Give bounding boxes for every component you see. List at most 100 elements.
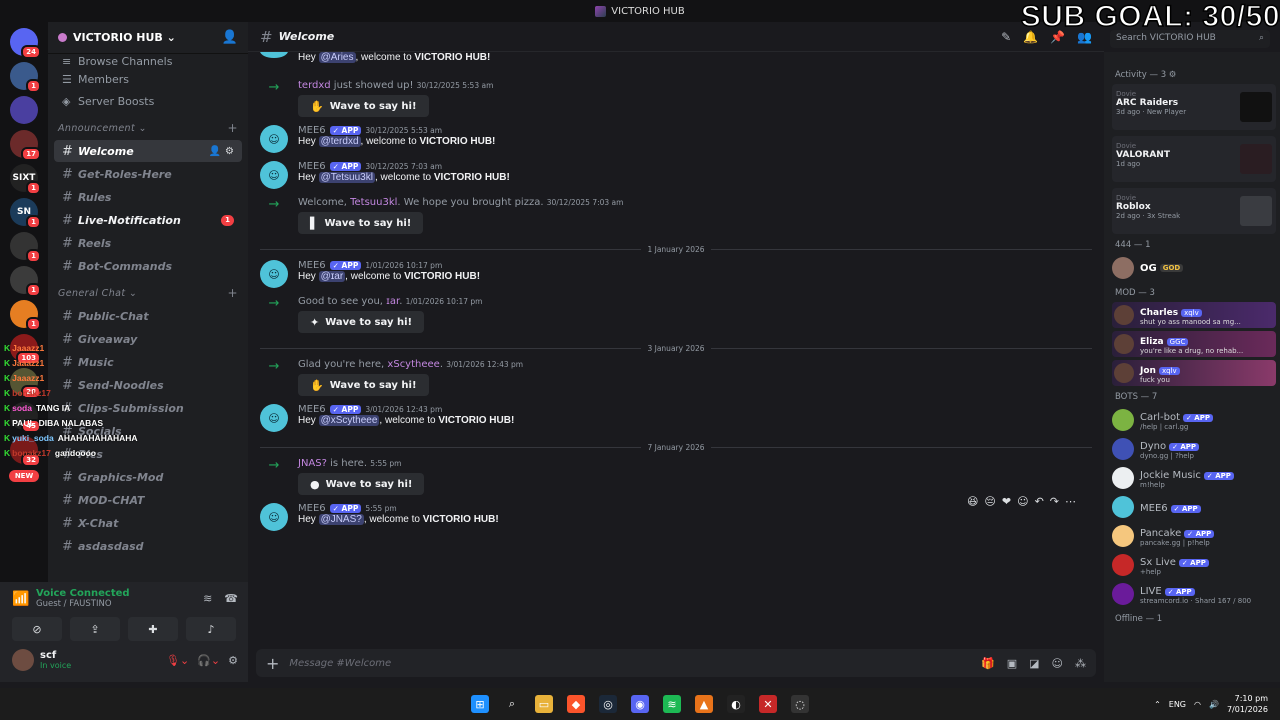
add-reaction-icon[interactable]: ☺ — [1017, 495, 1028, 508]
wifi-icon[interactable]: ◠ — [1194, 700, 1201, 709]
user-name[interactable]: ɪar — [386, 296, 399, 307]
avatar[interactable] — [260, 52, 288, 58]
system-message[interactable]: → Good to see you, ɪar. 1/01/2026 10:17 p… — [260, 296, 1092, 333]
mee6-avatar[interactable]: ☺ — [260, 503, 288, 531]
server-icon[interactable]: 1 — [10, 232, 41, 263]
author-name[interactable]: MEE6 — [298, 161, 326, 172]
system-message[interactable]: → terdxd just showed up! 30/12/2025 5:53 … — [260, 80, 1092, 117]
file-explorer-icon[interactable]: ▭ — [535, 695, 553, 713]
user-name[interactable]: xScytheee — [387, 359, 439, 370]
reaction-icon[interactable]: 😆 — [967, 495, 978, 508]
tray-chevron-icon[interactable]: ⌃ — [1154, 700, 1161, 709]
spotify-icon[interactable]: ≋ — [663, 695, 681, 713]
user-name[interactable]: JNAS? — [298, 458, 327, 469]
member-row[interactable]: Pancake ✓ APP pancake.gg | p!help — [1112, 522, 1276, 550]
user-name[interactable]: Tetsuu3kl — [350, 197, 397, 208]
nav-item[interactable]: ☰ Members — [48, 68, 248, 90]
server-icon[interactable]: 1 — [10, 300, 41, 331]
gear-icon[interactable]: ⚙ — [228, 654, 238, 667]
activity-card[interactable]: Dovie Roblox 2d ago · 3x Streak — [1112, 188, 1276, 234]
member-row[interactable]: LIVE ✓ APP streamcord.io · Shard 167 / 800 — [1112, 580, 1276, 608]
camera-button[interactable]: ⊘ — [12, 617, 62, 641]
member-row[interactable]: Dyno ✓ APP dyno.gg | ?help — [1112, 435, 1276, 463]
message-composer[interactable]: + Message #Welcome 🎁 ▣ ◪ ☺ ⁂ — [256, 649, 1096, 677]
steam-icon[interactable]: ◎ — [599, 695, 617, 713]
nav-item[interactable]: ◈ Server Boosts — [48, 90, 248, 112]
sticker-icon[interactable]: ◪ — [1029, 657, 1039, 670]
activities-button[interactable]: ✚ — [128, 617, 178, 641]
channel-graphics-mod[interactable]: # Graphics-Mod — [54, 466, 242, 488]
server-icon[interactable]: SN 1 — [10, 198, 41, 229]
author-name[interactable]: MEE6 — [298, 404, 326, 415]
member-row[interactable]: Jockie Music ✓ APP m!help — [1112, 464, 1276, 492]
member-row[interactable]: Jon xqlv fuck you — [1112, 360, 1276, 386]
server-icon[interactable]: 17 — [10, 130, 41, 161]
discord-icon[interactable]: ◉ — [631, 695, 649, 713]
system-message[interactable]: → Welcome, Tetsuu3kl. We hope you brought… — [260, 197, 1092, 234]
server-header[interactable]: VICTORIO HUB ⌄ 👤 — [48, 22, 248, 54]
threads-icon[interactable]: ✎ — [1001, 30, 1011, 44]
screen-share-button[interactable]: ⇪ — [70, 617, 120, 641]
apps-icon[interactable]: ⁂ — [1075, 657, 1086, 670]
reaction-icon[interactable]: ❤ — [1002, 495, 1011, 508]
gear-icon[interactable]: ⚙ — [225, 146, 234, 157]
add-channel-icon[interactable]: + — [228, 121, 238, 135]
member-row[interactable]: Charles xqlv shut yo ass manood sa mg... — [1112, 302, 1276, 328]
emoji-icon[interactable]: ☺ — [1052, 657, 1063, 670]
app-icon[interactable]: ◌ — [791, 695, 809, 713]
mute-icon[interactable]: 🎙⌄ — [166, 654, 189, 667]
author-name[interactable]: MEE6 — [298, 503, 326, 514]
message[interactable]: Hey @Aries, welcome to VICTORIO HUB! — [260, 52, 1092, 72]
reply-icon[interactable]: ↶ — [1035, 495, 1044, 508]
mee6-avatar[interactable]: ☺ — [260, 161, 288, 189]
noise-suppression-icon[interactable]: ≋ — [203, 592, 212, 605]
app-icon[interactable]: ▲ — [695, 695, 713, 713]
lang-indicator[interactable]: ENG — [1169, 700, 1186, 709]
user-mention[interactable]: @Aries — [318, 52, 356, 63]
avatar[interactable] — [12, 649, 34, 671]
wave-button[interactable]: ● Wave to say hi! — [298, 473, 425, 495]
channel-bot-commands[interactable]: # Bot-Commands — [54, 255, 242, 277]
search-icon[interactable]: ⌕ — [503, 695, 521, 713]
user-mention[interactable]: @terdxd — [318, 136, 361, 147]
category-announcement[interactable]: Announcement ⌄ + — [48, 116, 248, 140]
gif-icon[interactable]: ▣ — [1007, 657, 1017, 670]
activity-card[interactable]: Dovie VALORANT 1d ago — [1112, 136, 1276, 182]
user-mention[interactable]: @Tetsuu3kl — [318, 172, 375, 183]
voice-channel-label[interactable]: Guest / FAUSTINO — [36, 599, 130, 609]
server-icon[interactable]: 1 — [10, 266, 41, 297]
mee6-avatar[interactable]: ☺ — [260, 260, 288, 288]
app-icon[interactable]: ✕ — [759, 695, 777, 713]
wave-button[interactable]: ✋ Wave to say hi! — [298, 95, 429, 117]
author-name[interactable]: MEE6 — [298, 125, 326, 136]
category-general-chat[interactable]: General Chat ⌄ + — [48, 281, 248, 305]
message[interactable]: 😆 😔 ❤ ☺ ↶ ↷ ⋯ ☺ MEE6 ✓ APP 5:55 pm Hey @JNAS?, welc… — [260, 495, 1092, 531]
member-row[interactable]: OG GOD — [1112, 254, 1276, 282]
channel-mod-chat[interactable]: # MOD-CHAT — [54, 489, 242, 511]
message[interactable]: ☺ MEE6 ✓ APP 30/12/2025 5:53 am Hey @terdxd,… — [260, 125, 1092, 153]
more-icon[interactable]: ⋯ — [1065, 495, 1076, 508]
message[interactable]: ☺ MEE6 ✓ APP 30/12/2025 7:03 am Hey @Tetsuu3… — [260, 161, 1092, 189]
channel-asdasdasd[interactable]: # asdasdasd — [54, 535, 242, 557]
windows-start-icon[interactable]: ⊞ — [471, 695, 489, 713]
channel-rules[interactable]: # Rules — [54, 186, 242, 208]
channel-reels[interactable]: # Reels — [54, 232, 242, 254]
author-name[interactable]: MEE6 — [298, 260, 326, 271]
nav-item[interactable]: ≡ Browse Channels — [48, 54, 248, 68]
reaction-icon[interactable]: 😔 — [984, 495, 995, 508]
signal-icon[interactable]: 📶 — [12, 591, 36, 607]
member-row[interactable]: Carl-bot ✓ APP/help | carl.gg — [1112, 406, 1276, 434]
message[interactable]: ☺ MEE6 ✓ APP 3/01/2026 12:43 pm Hey @xScythe… — [260, 404, 1092, 432]
message-input[interactable]: Message #Welcome — [289, 658, 391, 669]
user-mention[interactable]: @JNAS? — [318, 514, 364, 525]
soundboard-button[interactable]: ♪ — [186, 617, 236, 641]
deafen-icon[interactable]: 🎧⌄ — [197, 654, 220, 667]
server-icon[interactable]: 24 — [10, 28, 41, 59]
user-mention[interactable]: @ɪar — [318, 271, 346, 282]
voice-connected-label[interactable]: Voice Connected — [36, 588, 130, 599]
new-badge[interactable]: NEW — [8, 470, 40, 482]
channel-welcome[interactable]: # Welcome 👤 ⚙ — [54, 140, 242, 162]
user-name[interactable]: terdxd — [298, 80, 331, 91]
channel-public-chat[interactable]: # Public-Chat — [54, 305, 242, 327]
member-row[interactable]: MEE6 ✓ APP — [1112, 493, 1276, 521]
